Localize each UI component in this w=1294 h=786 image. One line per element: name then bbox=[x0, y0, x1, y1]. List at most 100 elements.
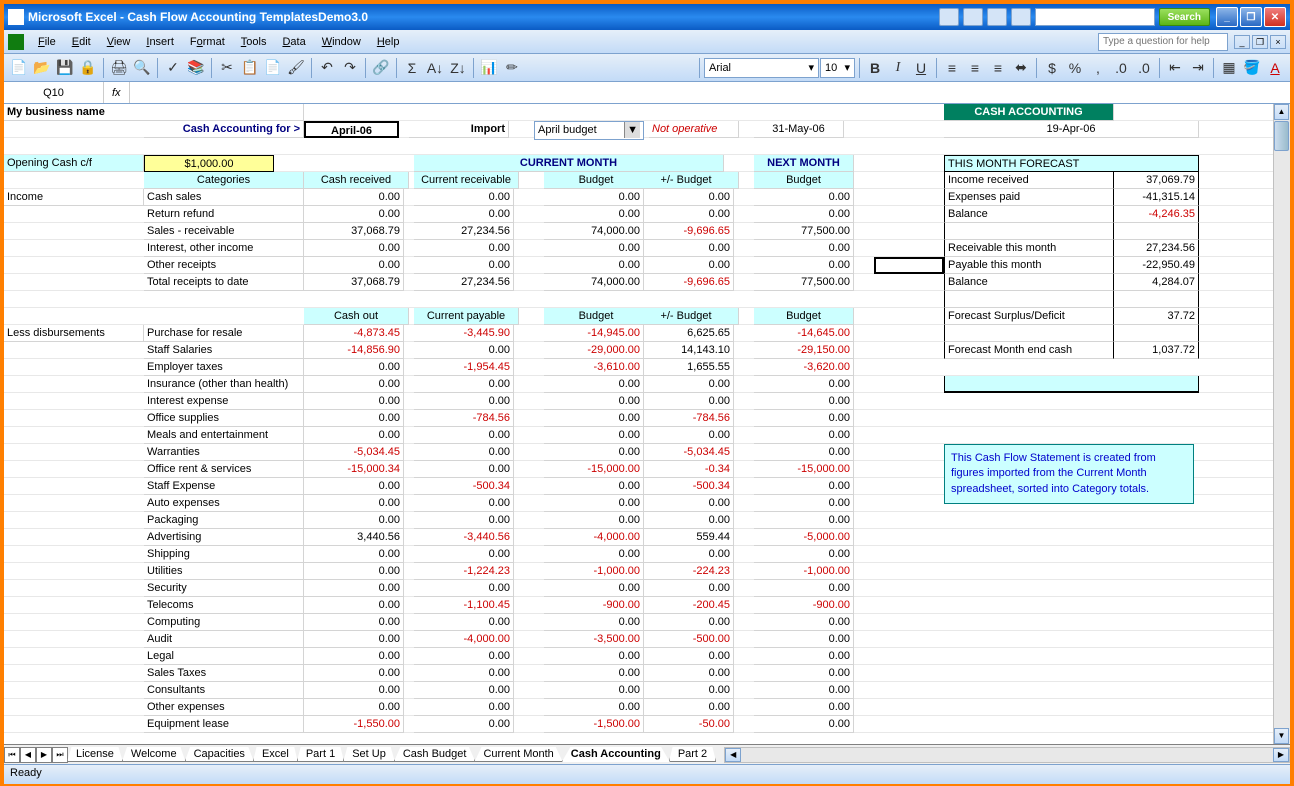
cell[interactable]: 0.00 bbox=[414, 682, 514, 699]
tab-nav-next-icon[interactable]: ▶ bbox=[36, 747, 52, 763]
cell[interactable]: -1,224.23 bbox=[414, 563, 514, 580]
font-size-selector[interactable]: 10▾ bbox=[820, 58, 855, 78]
cell[interactable]: 0.00 bbox=[304, 682, 404, 699]
merge-center-icon[interactable]: ⬌ bbox=[1010, 57, 1032, 79]
decrease-decimal-icon[interactable]: .0 bbox=[1133, 57, 1155, 79]
cell[interactable]: 37,068.79 bbox=[304, 223, 404, 240]
cell[interactable]: 0.00 bbox=[544, 699, 644, 716]
cell[interactable]: Cash out bbox=[304, 308, 409, 325]
cell[interactable]: -1,954.45 bbox=[414, 359, 514, 376]
cell[interactable]: 0.00 bbox=[754, 614, 854, 631]
cell[interactable]: Cash sales bbox=[144, 189, 304, 206]
cell[interactable]: Security bbox=[144, 580, 304, 597]
fill-color-icon[interactable]: 🪣 bbox=[1241, 57, 1263, 79]
cut-icon[interactable]: ✂ bbox=[216, 57, 238, 79]
cell[interactable]: Advertising bbox=[144, 529, 304, 546]
cell[interactable]: -15,000.34 bbox=[304, 461, 404, 478]
cell[interactable]: 77,500.00 bbox=[754, 274, 854, 291]
cell[interactable]: 0.00 bbox=[634, 427, 734, 444]
cell[interactable]: Staff Expense bbox=[144, 478, 304, 495]
cell[interactable]: Consultants bbox=[144, 682, 304, 699]
tab-nav-first-icon[interactable]: ⏮ bbox=[4, 747, 20, 763]
scroll-thumb[interactable] bbox=[1274, 121, 1289, 151]
cell[interactable]: Staff Salaries bbox=[144, 342, 304, 359]
cell[interactable]: 0.00 bbox=[304, 189, 404, 206]
cell[interactable]: -22,950.49 bbox=[1114, 257, 1199, 274]
cell[interactable]: NEXT MONTH bbox=[754, 155, 854, 172]
cell[interactable]: 0.00 bbox=[414, 648, 514, 665]
sheet-tab-cash-accounting[interactable]: Cash Accounting bbox=[562, 747, 670, 762]
sort-desc-icon[interactable]: Z↓ bbox=[447, 57, 469, 79]
cell[interactable]: April-06 bbox=[304, 121, 399, 138]
cell[interactable]: 0.00 bbox=[754, 631, 854, 648]
cell[interactable]: -3,500.00 bbox=[544, 631, 644, 648]
formula-input[interactable] bbox=[130, 82, 1290, 103]
menu-insert[interactable]: Insert bbox=[138, 34, 182, 50]
cell[interactable]: 0.00 bbox=[634, 393, 734, 410]
cell[interactable]: Categories bbox=[144, 172, 304, 189]
cell[interactable]: Sales - receivable bbox=[144, 223, 304, 240]
font-selector[interactable]: Arial▾ bbox=[704, 58, 819, 78]
cell[interactable]: -1,100.45 bbox=[414, 597, 514, 614]
cell[interactable]: 0.00 bbox=[414, 257, 514, 274]
minimize-button[interactable]: _ bbox=[1216, 7, 1238, 27]
cell[interactable]: Import bbox=[409, 121, 509, 138]
cell[interactable]: 0.00 bbox=[634, 240, 734, 257]
cell[interactable]: $1,000.00 bbox=[144, 155, 274, 172]
cell[interactable]: -9,696.65 bbox=[634, 274, 734, 291]
cell[interactable]: Purchase for resale bbox=[144, 325, 304, 342]
cell[interactable]: 0.00 bbox=[634, 512, 734, 529]
cell[interactable]: -15,000.00 bbox=[544, 461, 644, 478]
cell[interactable]: 31-May-06 bbox=[754, 121, 844, 138]
cell[interactable]: -1,000.00 bbox=[754, 563, 854, 580]
cell[interactable]: 0.00 bbox=[544, 648, 644, 665]
cell[interactable]: -500.34 bbox=[414, 478, 514, 495]
cell[interactable]: -1,550.00 bbox=[304, 716, 404, 733]
cell[interactable]: 0.00 bbox=[544, 189, 644, 206]
cell[interactable]: 0.00 bbox=[754, 410, 854, 427]
name-box[interactable]: Q10 bbox=[4, 82, 104, 103]
msn-alert-icon[interactable] bbox=[1011, 8, 1031, 26]
cell[interactable]: 0.00 bbox=[304, 512, 404, 529]
cell[interactable]: -900.00 bbox=[544, 597, 644, 614]
cell[interactable]: -500.34 bbox=[634, 478, 734, 495]
copy-icon[interactable]: 📋 bbox=[239, 57, 261, 79]
cell[interactable]: Auto expenses bbox=[144, 495, 304, 512]
cell[interactable]: Income bbox=[4, 189, 144, 206]
sheet-tab-current-month[interactable]: Current Month bbox=[474, 747, 562, 762]
doc-close-button[interactable]: × bbox=[1270, 35, 1286, 49]
cell[interactable]: Insurance (other than health) bbox=[144, 376, 304, 393]
cell[interactable]: -4,873.45 bbox=[304, 325, 404, 342]
cell[interactable]: 0.00 bbox=[304, 359, 404, 376]
cell[interactable]: 0.00 bbox=[414, 240, 514, 257]
cell[interactable]: Legal bbox=[144, 648, 304, 665]
cell[interactable]: Telecoms bbox=[144, 597, 304, 614]
cell[interactable]: 19-Apr-06 bbox=[944, 121, 1199, 138]
cell[interactable]: 0.00 bbox=[304, 665, 404, 682]
cell[interactable]: 0.00 bbox=[304, 546, 404, 563]
hyperlink-icon[interactable]: 🔗 bbox=[370, 57, 392, 79]
scroll-right-icon[interactable]: ▶ bbox=[1273, 748, 1289, 762]
align-center-icon[interactable]: ≡ bbox=[964, 57, 986, 79]
scroll-left-icon[interactable]: ◀ bbox=[725, 748, 741, 762]
paste-icon[interactable]: 📄 bbox=[262, 57, 284, 79]
cell[interactable]: Other receipts bbox=[144, 257, 304, 274]
menu-data[interactable]: Data bbox=[274, 34, 313, 50]
cell[interactable]: -14,856.90 bbox=[304, 342, 404, 359]
cell[interactable]: 37,068.79 bbox=[304, 274, 404, 291]
cell[interactable]: Employer taxes bbox=[144, 359, 304, 376]
cell[interactable] bbox=[1114, 291, 1199, 308]
cell[interactable]: 0.00 bbox=[304, 614, 404, 631]
cell[interactable]: 27,234.56 bbox=[1114, 240, 1199, 257]
cell[interactable]: 0.00 bbox=[304, 563, 404, 580]
font-color-icon[interactable]: A bbox=[1264, 57, 1286, 79]
sheet-tab-excel[interactable]: Excel bbox=[253, 747, 298, 762]
cell[interactable]: -5,000.00 bbox=[754, 529, 854, 546]
cell[interactable]: -784.56 bbox=[414, 410, 514, 427]
cell[interactable]: 0.00 bbox=[414, 393, 514, 410]
cell[interactable] bbox=[1114, 223, 1199, 240]
cell[interactable]: 0.00 bbox=[414, 206, 514, 223]
cell[interactable] bbox=[944, 376, 1199, 393]
research-icon[interactable]: 📚 bbox=[185, 57, 207, 79]
cell[interactable]: Cash Accounting for > bbox=[144, 121, 304, 138]
